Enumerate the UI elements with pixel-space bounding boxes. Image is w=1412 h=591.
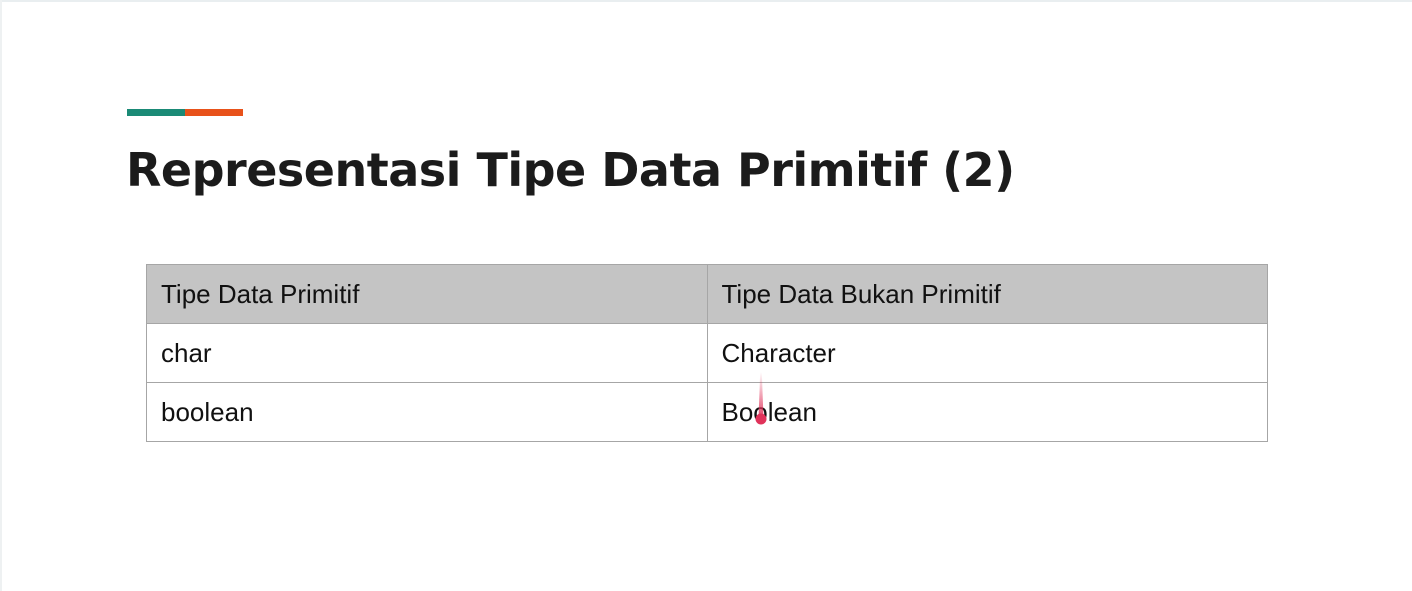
laser-pointer-icon xyxy=(755,372,767,425)
title-accent-bar xyxy=(127,109,243,116)
table-row: boolean Boolean xyxy=(146,382,1268,442)
cell-non-primitive: Boolean xyxy=(706,382,1268,442)
slide-frame-left xyxy=(0,0,2,591)
slide-title: Representasi Tipe Data Primitif (2) xyxy=(126,143,1015,197)
accent-teal-segment xyxy=(127,109,185,116)
slide-frame-top xyxy=(0,0,1412,2)
header-non-primitive: Tipe Data Bukan Primitif xyxy=(706,264,1268,324)
data-type-table: Tipe Data Primitif Tipe Data Bukan Primi… xyxy=(146,264,1268,442)
cell-primitive: boolean xyxy=(146,382,708,442)
table-row: char Character xyxy=(146,323,1268,383)
accent-orange-segment xyxy=(185,109,243,116)
cell-primitive: char xyxy=(146,323,708,383)
header-primitive: Tipe Data Primitif xyxy=(146,264,708,324)
table-header-row: Tipe Data Primitif Tipe Data Bukan Primi… xyxy=(146,264,1268,324)
cell-non-primitive: Character xyxy=(706,323,1268,383)
